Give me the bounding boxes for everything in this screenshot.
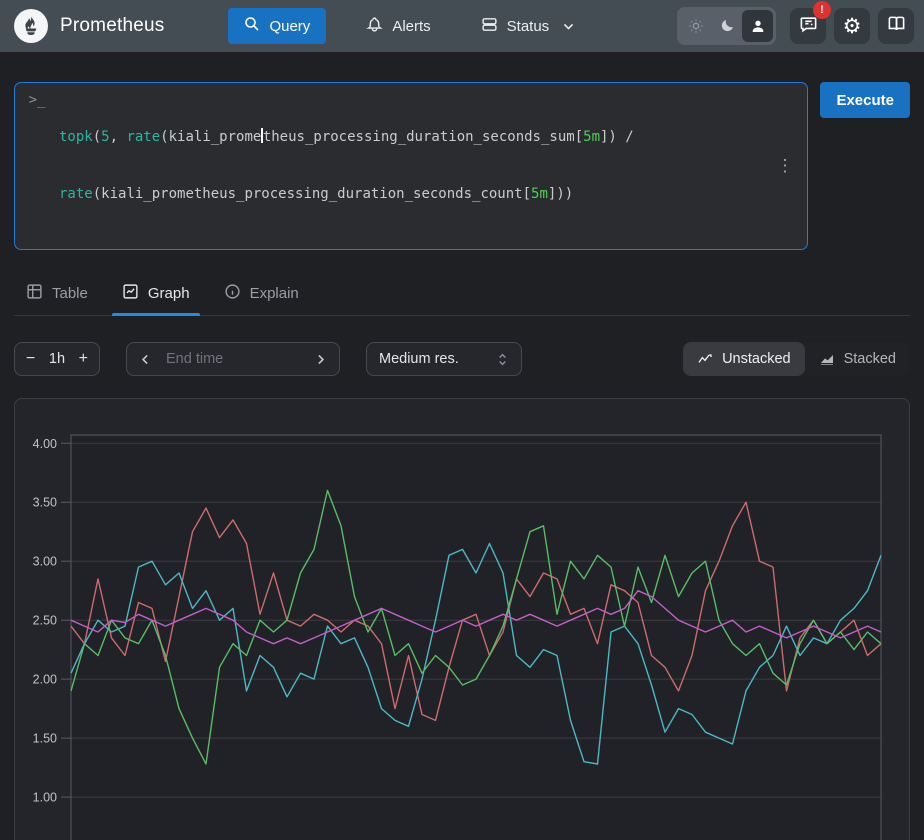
main-content: >_ topk(5, rate(kiali_prometheus_process… <box>0 82 924 840</box>
graph-controls: − 1h + End time Medium res. Un <box>14 342 910 376</box>
info-icon <box>224 283 241 304</box>
book-icon <box>887 15 906 37</box>
plus-icon: + <box>79 350 88 367</box>
result-tabs: Table Graph Explain <box>14 276 910 316</box>
graph-icon <box>122 283 139 304</box>
brand: Prometheus <box>14 9 164 43</box>
stacked-option[interactable]: Stacked <box>805 342 910 376</box>
query-expression-line-2: rate(kiali_prometheus_processing_duratio… <box>59 185 772 204</box>
query-expression-line-1: topk(5, rate(kiali_prometheus_processing… <box>59 128 772 147</box>
dark-theme-moon-icon[interactable] <box>711 10 742 42</box>
server-icon <box>481 16 498 37</box>
range-decrease-button[interactable]: − <box>26 351 35 367</box>
range-selector[interactable]: − 1h + <box>14 342 100 376</box>
unstacked-option[interactable]: Unstacked <box>683 342 805 376</box>
range-value[interactable]: 1h <box>49 351 65 367</box>
main-nav: Query Alerts Status <box>228 8 585 45</box>
light-theme-sun-icon[interactable] <box>680 10 711 42</box>
message-alert-icon <box>799 15 818 37</box>
theme-toggle <box>677 7 776 45</box>
nav-alerts-button[interactable]: Alerts <box>356 8 440 45</box>
chevron-right-icon[interactable] <box>314 353 327 366</box>
navbar: Prometheus Query Alerts Status <box>0 0 924 52</box>
svg-text:3.00: 3.00 <box>33 555 57 569</box>
end-time-input[interactable]: End time <box>166 351 300 367</box>
chevron-down-icon <box>562 20 575 33</box>
tab-table[interactable]: Table <box>16 276 98 315</box>
resolution-select[interactable]: Medium res. <box>366 342 522 376</box>
notification-badge: ! <box>813 1 831 19</box>
query-options-kebab-icon[interactable]: ⋮ <box>772 156 797 176</box>
table-icon <box>26 283 43 304</box>
line-chart-icon <box>697 351 713 367</box>
prometheus-logo-icon <box>14 9 48 43</box>
app-title: Prometheus <box>60 15 164 37</box>
svg-text:3.50: 3.50 <box>33 496 57 510</box>
notifications-button[interactable]: ! <box>790 8 826 44</box>
svg-text:4.00: 4.00 <box>33 437 57 451</box>
terminal-prompt-icon: >_ <box>15 90 59 108</box>
system-theme-user-icon[interactable] <box>742 10 773 42</box>
time-series-chart[interactable]: 0.000.501.001.502.002.503.003.504.001:55… <box>15 399 910 840</box>
navbar-actions: ! ⚙ <box>677 7 914 45</box>
range-increase-button[interactable]: + <box>79 351 88 367</box>
end-time-picker[interactable]: End time <box>126 342 340 376</box>
selector-updown-icon <box>496 352 509 367</box>
gear-icon: ⚙ <box>843 16 862 37</box>
query-row: >_ topk(5, rate(kiali_prometheus_process… <box>14 82 910 250</box>
area-chart-icon <box>819 351 835 367</box>
tab-graph[interactable]: Graph <box>112 276 200 315</box>
execute-button[interactable]: Execute <box>820 82 910 118</box>
svg-text:1.50: 1.50 <box>33 732 57 746</box>
resolution-value: Medium res. <box>379 351 459 367</box>
graph-panel: 0.000.501.001.502.002.503.003.504.001:55… <box>14 398 910 840</box>
svg-text:1.00: 1.00 <box>33 791 57 805</box>
nav-status-button[interactable]: Status <box>471 8 586 45</box>
stack-toggle: Unstacked Stacked <box>683 342 910 376</box>
svg-text:2.00: 2.00 <box>33 673 57 687</box>
nav-query-button[interactable]: Query <box>228 8 326 44</box>
bell-icon <box>366 16 383 37</box>
docs-button[interactable] <box>878 8 914 44</box>
expression-input[interactable]: >_ topk(5, rate(kiali_prometheus_process… <box>14 82 808 250</box>
svg-text:2.50: 2.50 <box>33 614 57 628</box>
minus-icon: − <box>26 350 35 367</box>
chevron-left-icon[interactable] <box>139 353 152 366</box>
tab-explain[interactable]: Explain <box>214 276 309 315</box>
settings-button[interactable]: ⚙ <box>834 8 870 44</box>
query-expression[interactable]: topk(5, rate(kiali_prometheus_processing… <box>59 90 772 242</box>
search-icon <box>244 16 260 36</box>
